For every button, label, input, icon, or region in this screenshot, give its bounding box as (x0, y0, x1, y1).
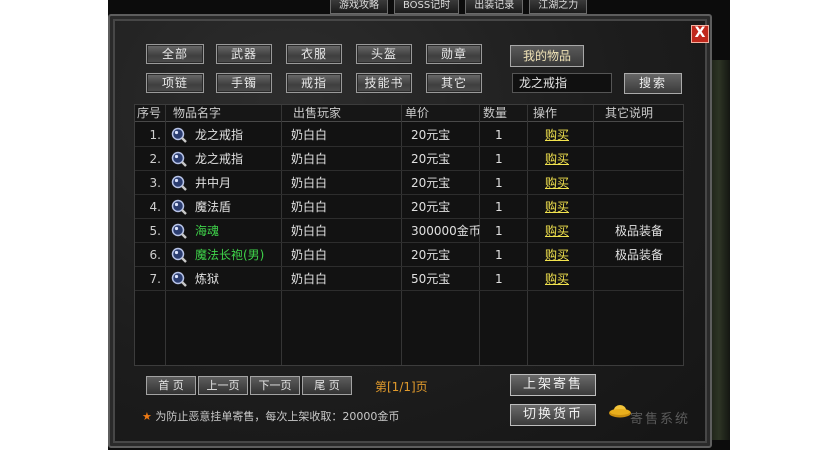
row-number: 4. (149, 200, 161, 214)
seller-name: 奶白白 (291, 176, 328, 190)
magnifier-icon[interactable] (171, 271, 187, 287)
item-price: 20元宝 (411, 152, 451, 166)
table-row: 4. 魔法盾 奶白白 20元宝 1 购买 (135, 195, 683, 219)
buy-link[interactable]: 购买 (545, 243, 569, 267)
item-price: 20元宝 (411, 248, 451, 262)
fee-notice: ★ 为防止恶意挂单寄售，每次上架收取：20000金币 (142, 408, 399, 424)
buy-link[interactable]: 购买 (545, 171, 569, 195)
buy-link[interactable]: 购买 (545, 267, 569, 291)
watermark: 寄售系统 (630, 412, 691, 427)
col-item-name: 物品名字 (173, 106, 222, 120)
next-page-button[interactable]: 下一页 (250, 376, 300, 395)
seller-name: 奶白白 (291, 152, 328, 166)
item-name[interactable]: 炼狱 (195, 267, 219, 291)
category-helmet[interactable]: 头盔 (356, 44, 412, 64)
item-price: 20元宝 (411, 200, 451, 214)
table-header: 序号 物品名字 出售玩家 单价 数量 操作 其它说明 (135, 105, 683, 122)
seller-name: 奶白白 (291, 200, 328, 214)
top-tab[interactable]: 江湖之力 (529, 0, 588, 14)
item-name[interactable]: 井中月 (195, 171, 231, 195)
category-weapon[interactable]: 武器 (216, 44, 272, 64)
item-name[interactable]: 魔法盾 (195, 195, 231, 219)
item-quantity: 1 (495, 176, 503, 190)
table-row: 1. 龙之戒指 奶白白 20元宝 1 购买 (135, 123, 683, 147)
col-seller: 出售玩家 (293, 106, 342, 120)
buy-link[interactable]: 购买 (545, 219, 569, 243)
page-indicator: 第[1/1]页 (375, 380, 428, 394)
item-quantity: 1 (495, 248, 503, 262)
seller-name: 奶白白 (291, 248, 328, 262)
category-armor[interactable]: 衣服 (286, 44, 342, 64)
category-skillbook[interactable]: 技能书 (356, 73, 412, 93)
top-tabs: 游戏攻略 BOSS记时 出装记录 江湖之力 (330, 0, 588, 14)
item-quantity: 1 (495, 200, 503, 214)
item-name[interactable]: 魔法长袍(男) (195, 243, 264, 267)
prev-page-button[interactable]: 上一页 (198, 376, 248, 395)
magnifier-icon[interactable] (171, 247, 187, 263)
seller-name: 奶白白 (291, 272, 328, 286)
top-tab[interactable]: 出装记录 (465, 0, 524, 14)
list-for-sale-button[interactable]: 上架寄售 (510, 374, 596, 396)
item-quantity: 1 (495, 224, 503, 238)
my-items-button[interactable]: 我的物品 (510, 45, 584, 67)
last-page-button[interactable]: 尾 页 (302, 376, 352, 395)
col-number: 序号 (137, 106, 162, 120)
col-notes: 其它说明 (605, 106, 654, 120)
close-button[interactable]: X (691, 25, 709, 43)
col-action: 操作 (533, 106, 558, 120)
row-number: 7. (149, 272, 161, 286)
magnifier-icon[interactable] (171, 127, 187, 143)
magnifier-icon[interactable] (171, 175, 187, 191)
item-note: 极品装备 (615, 224, 664, 238)
magnifier-icon[interactable] (171, 151, 187, 167)
row-number: 1. (149, 128, 161, 142)
row-number: 5. (149, 224, 161, 238)
first-page-button[interactable]: 首 页 (146, 376, 196, 395)
item-quantity: 1 (495, 272, 503, 286)
row-number: 2. (149, 152, 161, 166)
category-ring[interactable]: 戒指 (286, 73, 342, 93)
search-input[interactable]: 龙之戒指 (512, 73, 612, 93)
gold-ingot-icon (609, 405, 631, 418)
item-name[interactable]: 海魂 (195, 219, 219, 243)
top-tab[interactable]: BOSS记时 (394, 0, 460, 14)
table-row: 5. 海魂 奶白白 300000金币 1 购买 极品装备 (135, 219, 683, 243)
table-row: 6. 魔法长袍(男) 奶白白 20元宝 1 购买 极品装备 (135, 243, 683, 267)
item-price: 20元宝 (411, 176, 451, 190)
buy-link[interactable]: 购买 (545, 123, 569, 147)
table-row: 7. 炼狱 奶白白 50元宝 1 购买 (135, 267, 683, 291)
table-row: 3. 井中月 奶白白 20元宝 1 购买 (135, 171, 683, 195)
category-medal[interactable]: 勋章 (426, 44, 482, 64)
col-price: 单价 (405, 106, 430, 120)
item-quantity: 1 (495, 152, 503, 166)
item-price: 20元宝 (411, 128, 451, 142)
game-screen: 游戏攻略 BOSS记时 出装记录 江湖之力 X 全部 武器 衣服 头盔 勋章 项… (0, 0, 840, 450)
item-name[interactable]: 龙之戒指 (195, 123, 243, 147)
fee-notice-text: 为防止恶意挂单寄售，每次上架收取：20000金币 (155, 410, 400, 423)
top-tab[interactable]: 游戏攻略 (330, 0, 388, 14)
buy-link[interactable]: 购买 (545, 147, 569, 171)
magnifier-icon[interactable] (171, 223, 187, 239)
item-name[interactable]: 龙之戒指 (195, 147, 243, 171)
category-all[interactable]: 全部 (146, 44, 204, 64)
row-number: 3. (149, 176, 161, 190)
item-quantity: 1 (495, 128, 503, 142)
row-number: 6. (149, 248, 161, 262)
item-price: 50元宝 (411, 272, 451, 286)
seller-name: 奶白白 (291, 128, 328, 142)
seller-name: 奶白白 (291, 224, 328, 238)
item-price: 300000金币 (411, 224, 481, 238)
switch-currency-button[interactable]: 切换货币 (510, 404, 596, 426)
star-icon: ★ (142, 410, 152, 423)
search-button[interactable]: 搜索 (624, 73, 682, 94)
item-table: 序号 物品名字 出售玩家 单价 数量 操作 其它说明 1. 龙之戒指 奶白白 20元宝… (134, 104, 684, 366)
magnifier-icon[interactable] (171, 199, 187, 215)
table-row: 2. 龙之戒指 奶白白 20元宝 1 购买 (135, 147, 683, 171)
category-bracelet[interactable]: 手镯 (216, 73, 272, 93)
item-note: 极品装备 (615, 248, 664, 262)
col-quantity: 数量 (483, 106, 508, 120)
category-necklace[interactable]: 项链 (146, 73, 204, 93)
buy-link[interactable]: 购买 (545, 195, 569, 219)
category-other[interactable]: 其它 (426, 73, 482, 93)
